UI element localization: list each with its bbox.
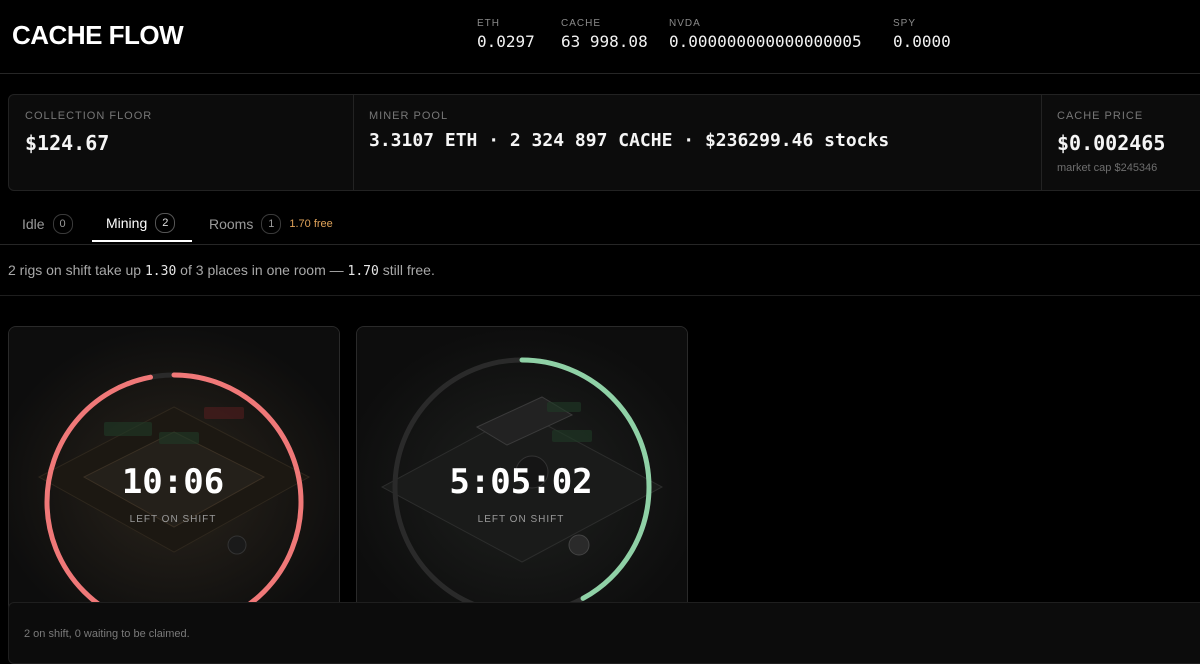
ticker-label: CACHE: [561, 18, 602, 29]
stat-value: $0.002465: [1057, 131, 1166, 155]
ticker-label: NVDA: [669, 18, 701, 29]
status-footer: 2 on shift, 0 waiting to be claimed.: [8, 602, 1200, 664]
claim-status-text: 2 on shift, 0 waiting to be claimed.: [24, 628, 190, 640]
stat-label: MINER POOL: [369, 110, 449, 122]
top-header: CACHE FLOW ETH 0.0297 CACHE 63 998.08 NV…: [0, 0, 1200, 74]
stat-value: $124.67: [25, 131, 110, 155]
shift-timer-label: LEFT ON SHIFT: [477, 514, 565, 525]
shift-timer: 5:05:02: [449, 462, 593, 502]
shift-summary: 2 rigs on shift take up 1.30 of 3 places…: [8, 262, 435, 279]
count-badge: 2: [155, 212, 176, 233]
summary-text: still free.: [382, 262, 435, 278]
ticker-value: 63 998.08: [561, 32, 648, 51]
collection-floor-stat: COLLECTION FLOOR $124.67: [9, 95, 353, 190]
ticker-value: 0.0297: [477, 32, 535, 51]
count-badge: 1: [261, 214, 282, 234]
market-cap-text: market cap $245346: [1057, 162, 1158, 174]
ticker-spy: SPY 0.0000: [893, 18, 951, 51]
ticker-nvda: NVDA 0.000000000000000005: [669, 18, 862, 51]
ticker-value: 0.0000: [893, 32, 951, 51]
tab-label: Rooms: [209, 216, 254, 232]
ticker-eth: ETH 0.0297: [477, 18, 535, 51]
app-title: CACHE FLOW: [12, 20, 184, 50]
summary-text: places in one room —: [207, 262, 344, 278]
places-total: 3: [195, 262, 204, 278]
ticker-cache: CACHE 63 998.08: [561, 18, 648, 51]
stats-panel: COLLECTION FLOOR $124.67 MINER POOL 3.31…: [8, 94, 1200, 191]
places-used: 1.30: [144, 264, 177, 279]
summary-text: of: [180, 262, 192, 278]
tab-bar: Idle 0 Mining 2 Rooms 1 1.70 free: [0, 205, 1200, 245]
ticker-value: 0.000000000000000005: [669, 32, 862, 51]
places-free: 1.70: [347, 264, 379, 279]
miner-pool-stat: MINER POOL 3.3107 ETH · 2 324 897 CACHE …: [353, 95, 1041, 190]
tab-label: Mining: [106, 214, 148, 231]
ticker-label: ETH: [477, 18, 500, 29]
count-badge: 0: [52, 214, 73, 234]
stat-label: CACHE PRICE: [1057, 110, 1144, 122]
summary-text: 2 rigs on shift take up: [8, 262, 142, 278]
ticker-label: SPY: [893, 18, 917, 29]
stat-value: 3.3107 ETH · 2 324 897 CACHE · $236299.4…: [369, 130, 890, 151]
tab-mining[interactable]: Mining 2: [92, 205, 192, 242]
shift-timer-label: LEFT ON SHIFT: [129, 514, 217, 525]
free-space-note: 1.70 free: [289, 218, 333, 230]
cache-price-stat: CACHE PRICE $0.002465 market cap $245346: [1041, 95, 1200, 190]
stat-label: COLLECTION FLOOR: [25, 110, 153, 122]
tab-label: Idle: [22, 216, 45, 232]
divider: [0, 295, 1200, 296]
shift-timer: 10:06: [121, 462, 225, 502]
tab-rooms[interactable]: Rooms 1 1.70 free: [209, 205, 333, 243]
tab-idle[interactable]: Idle 0: [22, 205, 73, 243]
